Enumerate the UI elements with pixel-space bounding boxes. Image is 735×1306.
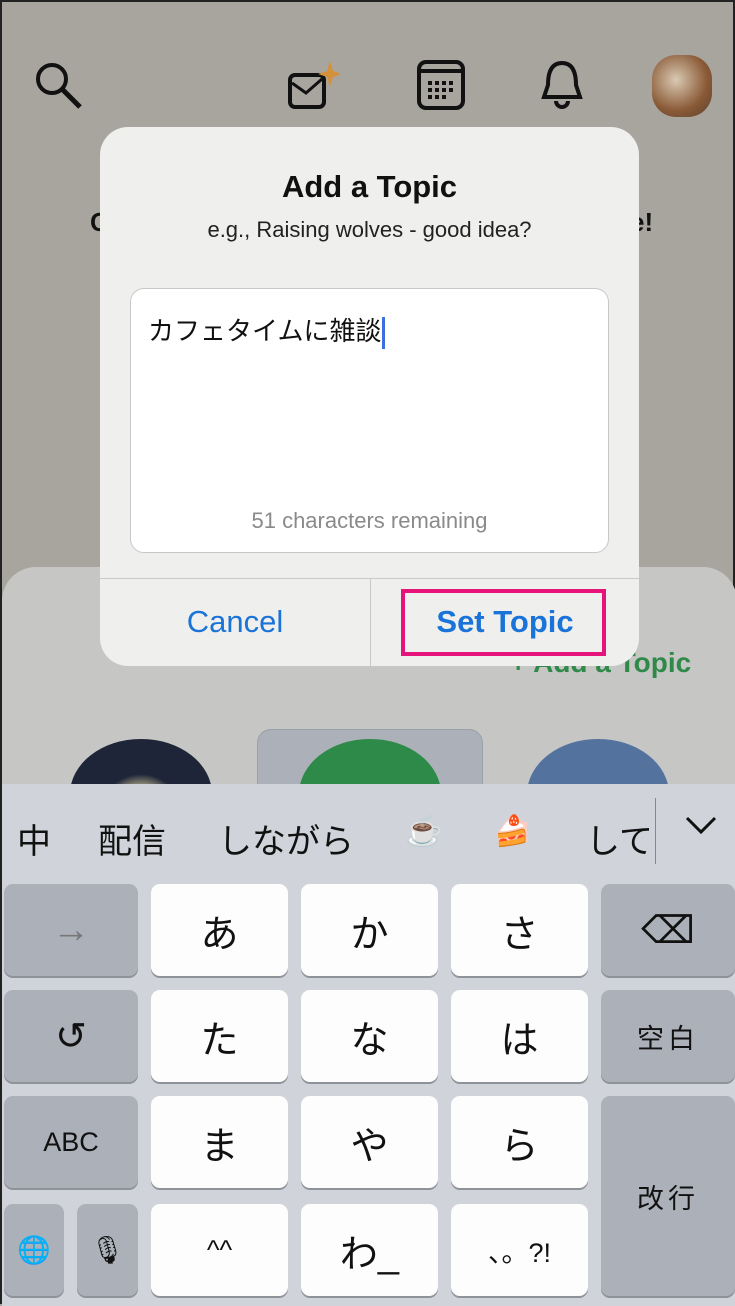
key-ka[interactable]: か (301, 884, 438, 976)
bell-icon[interactable] (534, 57, 590, 113)
ai-inbox-icon[interactable] (284, 57, 340, 113)
delete-key[interactable]: ⌫ (601, 884, 735, 976)
key-ha[interactable]: は (451, 990, 588, 1082)
text-caret (382, 317, 386, 350)
calendar-icon[interactable] (414, 57, 470, 113)
abc-key[interactable]: ABC (4, 1096, 138, 1188)
key-a[interactable]: あ (151, 884, 288, 976)
key-kaomoji[interactable]: ^^ (151, 1204, 288, 1296)
search-icon[interactable] (30, 57, 86, 113)
dialog-title: Add a Topic (281, 169, 458, 204)
key-ta[interactable]: た (151, 990, 288, 1082)
candidate[interactable]: 中 (17, 814, 51, 863)
highlight-box (401, 589, 606, 656)
dialog-subtitle: e.g., Raising wolves - good idea? (207, 217, 532, 242)
enter-key[interactable]: 改行 (601, 1096, 735, 1296)
arrow-key[interactable]: → (4, 884, 138, 976)
topic-input[interactable]: カフェタイムに雑談 51 characters remaining (130, 288, 609, 553)
key-ra[interactable]: ら (451, 1096, 588, 1188)
candidate[interactable]: しながら (218, 814, 354, 863)
space-key[interactable]: 空白 (601, 990, 735, 1082)
candidate[interactable]: 配信 (98, 814, 166, 863)
key-ma[interactable]: ま (151, 1096, 288, 1188)
mic-key[interactable]: 🎙 (77, 1204, 138, 1296)
key-wa[interactable]: わ_ (301, 1204, 438, 1296)
divider (655, 798, 656, 864)
candidate-coffee[interactable]: ☕ (405, 814, 442, 849)
topic-input-value: カフェタイムに雑談 (148, 316, 382, 346)
candidate-cake[interactable]: 🍰 (494, 814, 531, 849)
key-na[interactable]: な (301, 990, 438, 1082)
cancel-button[interactable]: Cancel (100, 578, 370, 666)
avatar[interactable] (652, 55, 712, 117)
characters-remaining: 51 characters remaining (251, 508, 488, 533)
key-sa[interactable]: さ (451, 884, 588, 976)
globe-key[interactable]: 🌐 (4, 1204, 64, 1296)
candidate[interactable]: して (586, 814, 654, 863)
chevron-down-icon[interactable] (684, 814, 718, 836)
key-punctuation[interactable]: 、。?! (451, 1204, 588, 1296)
key-ya[interactable]: や (301, 1096, 438, 1188)
add-topic-dialog: Add a Topic e.g., Raising wolves - good … (100, 127, 639, 666)
undo-key[interactable]: ↺ (4, 990, 138, 1082)
